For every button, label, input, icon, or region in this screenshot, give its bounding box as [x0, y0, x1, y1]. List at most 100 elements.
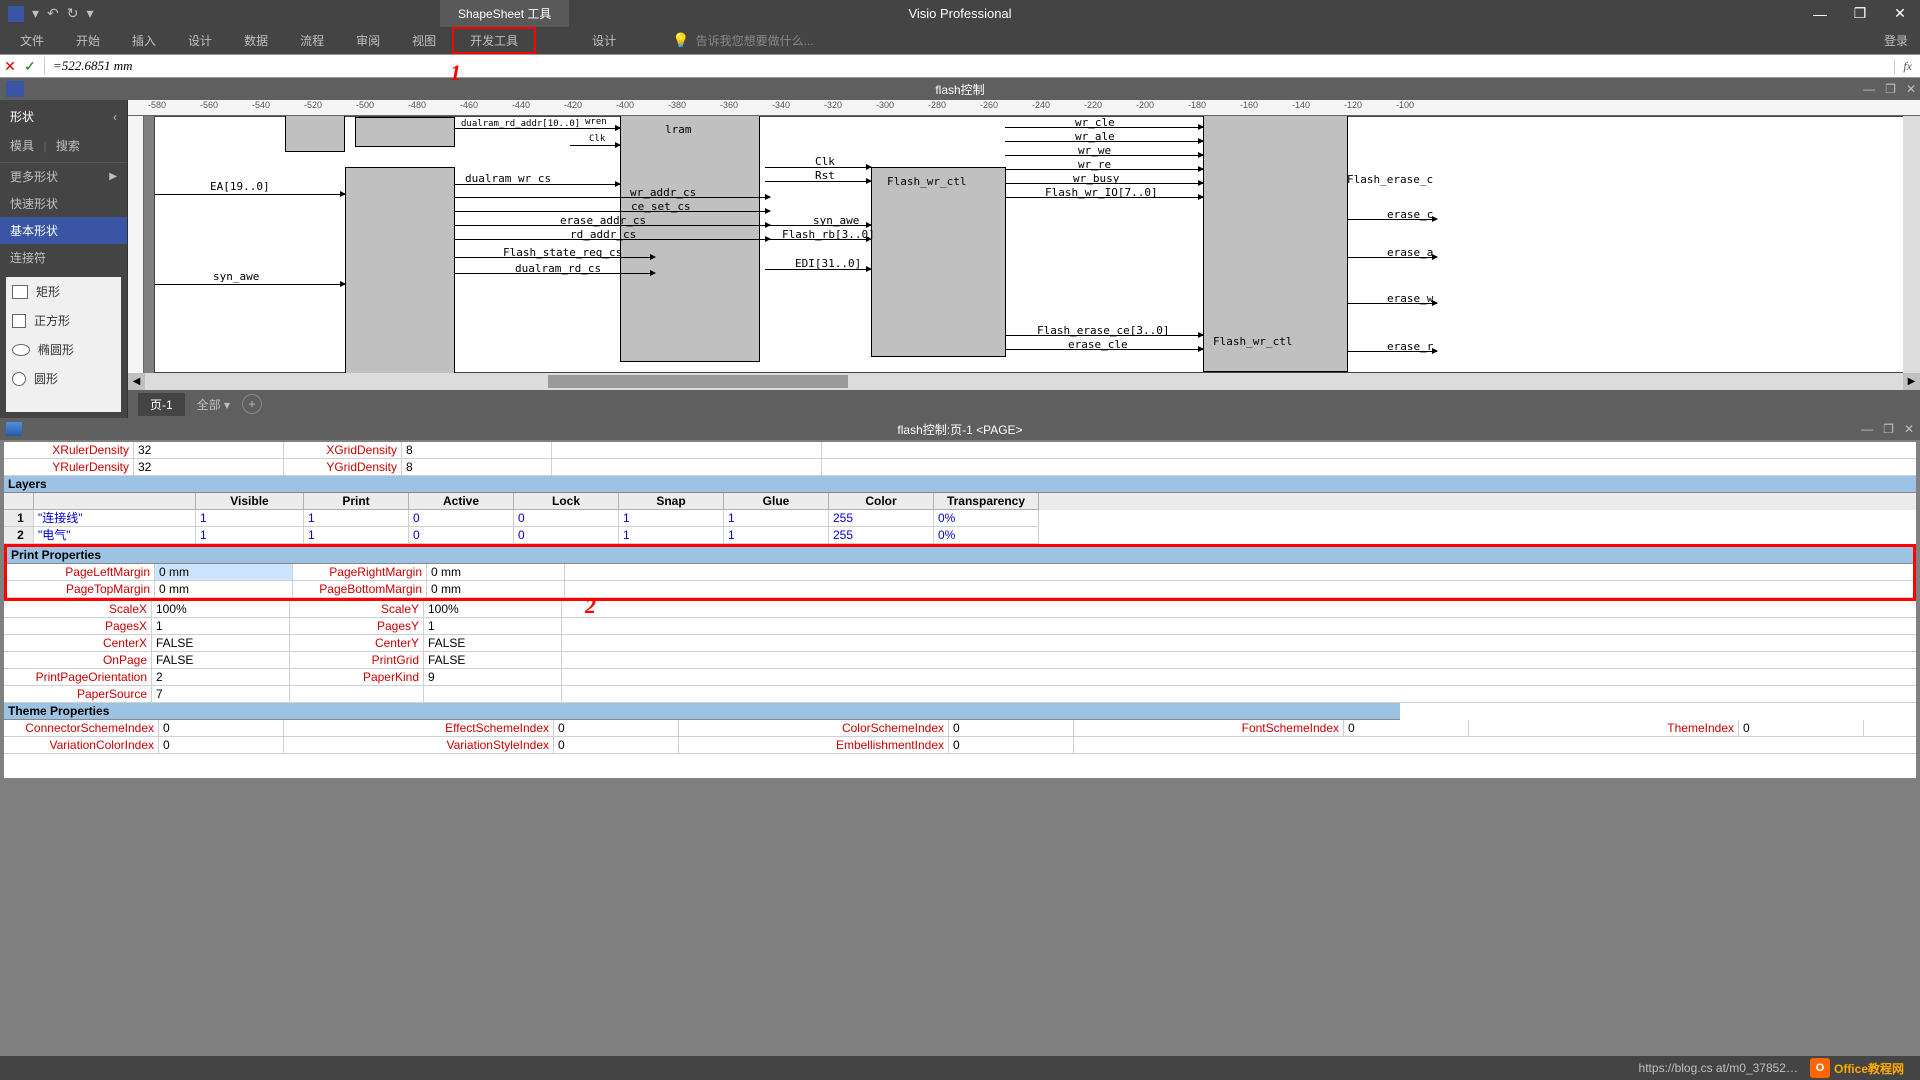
sub-minimize-icon[interactable]: —	[1861, 422, 1873, 436]
section-print[interactable]: Print Properties	[7, 547, 1913, 564]
search-tab[interactable]: 搜索	[56, 139, 80, 153]
more-shapes[interactable]: 更多形状 ▶	[0, 163, 127, 190]
basic-shapes[interactable]: 基本形状	[0, 217, 127, 244]
wire	[155, 284, 345, 285]
shapes-panel: 形状 ‹ 模具 | 搜索 更多形状 ▶ 快速形状 基本形状 连接符 矩形 正方形…	[0, 100, 128, 418]
close-icon[interactable]: ✕	[1880, 0, 1920, 27]
label: rd_addr_cs	[570, 228, 636, 241]
save-icon[interactable]: ▾	[32, 5, 39, 22]
tab-data[interactable]: 数据	[228, 27, 284, 54]
shapesheet-icon	[6, 422, 22, 436]
connectors[interactable]: 连接符	[0, 244, 127, 271]
block[interactable]	[345, 167, 455, 373]
tab-home[interactable]: 开始	[60, 27, 116, 54]
block-flash-wr-ctl[interactable]	[871, 167, 1006, 357]
bulb-icon: 💡	[672, 32, 689, 49]
tab-insert[interactable]: 插入	[116, 27, 172, 54]
sub-close-icon[interactable]: ✕	[1904, 422, 1914, 436]
label: Flash_rb[3..0]	[782, 228, 875, 241]
formula-cancel-icon[interactable]: ✕	[0, 58, 20, 75]
block[interactable]	[355, 117, 455, 147]
drawing-canvas[interactable]: lram Flash_wr_ctl Flash_wr_ctl EA[19..0]…	[144, 116, 1903, 373]
title-bar: ▾ ↶ ↻ ▾ ShapeSheet 工具 Visio Professional…	[0, 0, 1920, 27]
formula-enter-icon[interactable]: ✓	[20, 58, 40, 75]
stencil-tab[interactable]: 模具	[10, 139, 34, 153]
label: Flash_wr_ctl	[887, 175, 966, 188]
tab-design2[interactable]: 设计	[576, 27, 632, 54]
tab-design[interactable]: 设计	[172, 27, 228, 54]
hscrollbar[interactable]: ◀ ▶	[128, 373, 1920, 390]
shape-rectangle[interactable]: 矩形	[6, 277, 121, 306]
login-link[interactable]: 登录	[1884, 32, 1908, 49]
restore-icon[interactable]: ❐	[1840, 0, 1880, 27]
tab-view[interactable]: 视图	[396, 27, 452, 54]
label: EA[19..0]	[210, 180, 270, 193]
rectangle-icon	[12, 285, 28, 299]
shapesheet-area: XRulerDensity32XGridDensity8YRulerDensit…	[0, 440, 1920, 780]
section-theme[interactable]: Theme Properties	[4, 703, 1400, 720]
scroll-thumb[interactable]	[548, 375, 848, 388]
contextual-tab[interactable]: ShapeSheet 工具	[440, 0, 569, 27]
scroll-right-icon[interactable]: ▶	[1903, 373, 1920, 390]
label: Clk	[589, 134, 605, 144]
block[interactable]	[285, 116, 345, 152]
tab-process[interactable]: 流程	[284, 27, 340, 54]
shape-square[interactable]: 正方形	[6, 306, 121, 335]
label: Flash_erase_c	[1347, 173, 1433, 186]
doc-close-icon[interactable]: ✕	[1906, 82, 1916, 96]
scroll-left-icon[interactable]: ◀	[128, 373, 145, 390]
minimize-icon[interactable]: —	[1800, 0, 1840, 27]
status-url: https://blog.cs at/m0_37852…	[1639, 1061, 1798, 1075]
label: dualram_rd_addr[10..0]	[461, 119, 580, 129]
label: erase_cle	[1068, 338, 1128, 351]
page-tab-all[interactable]: 全部 ▾	[197, 396, 230, 413]
redo-icon[interactable]: ↻	[67, 5, 79, 22]
shapesheet-grid[interactable]: XRulerDensity32XGridDensity8YRulerDensit…	[4, 442, 1916, 778]
quick-shapes[interactable]: 快速形状	[0, 190, 127, 217]
tab-review[interactable]: 审阅	[340, 27, 396, 54]
block-right[interactable]	[1203, 116, 1348, 372]
label: wren	[585, 117, 607, 127]
label: syn_awe	[813, 214, 859, 227]
collapse-icon[interactable]: ‹	[113, 110, 117, 124]
label: erase_a	[1387, 246, 1433, 259]
tell-me[interactable]: 💡 告诉我您想要做什么...	[672, 32, 813, 49]
label: wr_busy	[1073, 172, 1119, 185]
ruler-vertical	[128, 116, 144, 373]
label: ce_set_cs	[631, 200, 691, 213]
tab-file[interactable]: 文件	[0, 27, 60, 54]
fx-icon[interactable]: fx	[1894, 59, 1920, 74]
qat-more-icon[interactable]: ▾	[87, 5, 94, 22]
watermark: O Office教程网	[1810, 1058, 1904, 1078]
vscrollbar[interactable]	[1903, 116, 1920, 373]
label: erase_w	[1387, 292, 1433, 305]
page-tab-1[interactable]: 页-1	[138, 393, 185, 416]
watermark-icon: O	[1810, 1058, 1830, 1078]
doc-minimize-icon[interactable]: —	[1863, 82, 1875, 96]
sub-restore-icon[interactable]: ❐	[1883, 422, 1894, 436]
label: Flash_wr_IO[7..0]	[1045, 186, 1158, 199]
section-layers[interactable]: Layers	[4, 476, 1916, 493]
layers-header: VisiblePrintActiveLockSnapGlueColorTrans…	[4, 493, 1916, 510]
shape-ellipse[interactable]: 椭圆形	[6, 335, 121, 364]
doc-title-bar: flash控制 — ❐ ✕	[0, 78, 1920, 100]
shapesheet-title: flash控制:页-1 <PAGE>	[897, 421, 1022, 438]
wire	[570, 145, 620, 146]
formula-bar: ✕ ✓ fx	[0, 54, 1920, 78]
ribbon: 文件 开始 插入 设计 数据 流程 审阅 视图 开发工具 设计 💡 告诉我您想要…	[0, 27, 1920, 54]
shapesheet-title-bar: flash控制:页-1 <PAGE> — ❐ ✕	[0, 418, 1920, 440]
undo-icon[interactable]: ↶	[47, 5, 59, 22]
status-bar: https://blog.cs at/m0_37852… O Office教程网	[0, 1056, 1920, 1080]
formula-input[interactable]	[49, 58, 1894, 74]
wire	[155, 194, 345, 195]
tab-developer[interactable]: 开发工具	[452, 27, 536, 54]
square-icon	[12, 314, 26, 328]
shape-list: 矩形 正方形 椭圆形 圆形	[6, 277, 121, 412]
add-page-button[interactable]: +	[242, 394, 262, 414]
label: wr_cle	[1075, 116, 1115, 129]
tell-me-placeholder: 告诉我您想要做什么...	[696, 32, 814, 49]
label: wr_ale	[1075, 130, 1115, 143]
label: Flash_state_reg_cs	[503, 246, 622, 259]
doc-restore-icon[interactable]: ❐	[1885, 82, 1896, 96]
shape-circle[interactable]: 圆形	[6, 364, 121, 393]
